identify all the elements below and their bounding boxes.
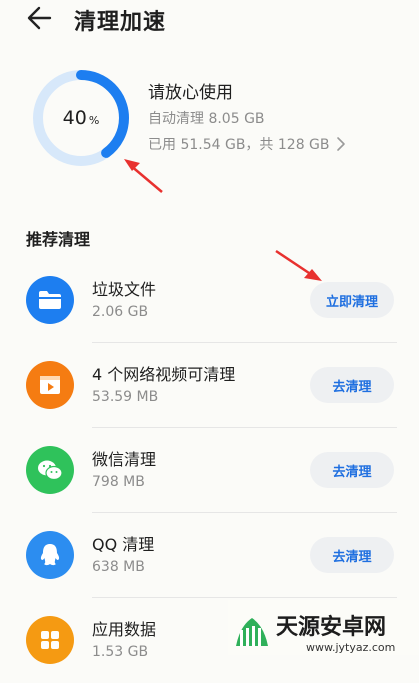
auto-clean-text: 自动清理 8.05 GB: [148, 111, 265, 127]
item-name: 微信清理: [92, 450, 157, 469]
folder-icon: [26, 276, 74, 324]
item-size: 53.59 MB: [92, 389, 159, 405]
wechat-icon: [26, 446, 74, 494]
back-arrow-icon[interactable]: [26, 4, 54, 32]
qq-icon: [26, 531, 74, 579]
go-clean-button[interactable]: 去清理: [310, 367, 394, 403]
top-bar: 清理加速: [0, 0, 419, 40]
item-size: 798 MB: [92, 474, 145, 490]
clean-item-qq[interactable]: QQ 清理 638 MB 去清理: [0, 513, 419, 598]
clean-item-junk-files[interactable]: 垃圾文件 2.06 GB 立即清理: [0, 258, 419, 343]
go-clean-button[interactable]: 去清理: [310, 452, 394, 488]
go-clean-button[interactable]: 去清理: [310, 537, 394, 573]
storage-usage-ring: 40%: [32, 69, 130, 167]
storage-used-text: 已用 51.54 GB，共 128 GB: [148, 137, 330, 153]
section-title: 推荐清理: [26, 230, 91, 249]
item-size: 2.06 GB: [92, 304, 149, 320]
storage-used-link[interactable]: 已用 51.54 GB，共 128 GB: [148, 134, 346, 154]
chevron-right-icon: [336, 137, 345, 151]
apps-icon: [26, 616, 74, 664]
item-size: 1.53 GB: [92, 644, 149, 660]
video-icon: [26, 361, 74, 409]
clean-item-wechat[interactable]: 微信清理 798 MB 去清理: [0, 428, 419, 513]
annotation-arrow-1: [124, 159, 163, 193]
watermark-title: 天源安卓网: [276, 614, 386, 640]
watermark-url: www.jytyaz.com: [306, 641, 395, 654]
ring-percent-sign: %: [88, 113, 100, 127]
item-name: QQ 清理: [92, 535, 155, 554]
item-name: 应用数据: [92, 620, 157, 639]
storage-status-title: 请放心使用: [148, 83, 233, 103]
ring-percent-value: 40: [62, 107, 87, 129]
item-name: 4 个网络视频可清理: [92, 365, 236, 384]
watermark-logo: 天源安卓网 www.jytyaz.com: [228, 600, 419, 655]
item-size: 638 MB: [92, 559, 145, 575]
ring-percent: 40%: [32, 69, 130, 167]
item-name: 垃圾文件: [92, 280, 157, 299]
clean-now-button[interactable]: 立即清理: [310, 282, 394, 318]
page-title: 清理加速: [74, 10, 167, 35]
clean-item-network-videos[interactable]: 4 个网络视频可清理 53.59 MB 去清理: [0, 343, 419, 428]
